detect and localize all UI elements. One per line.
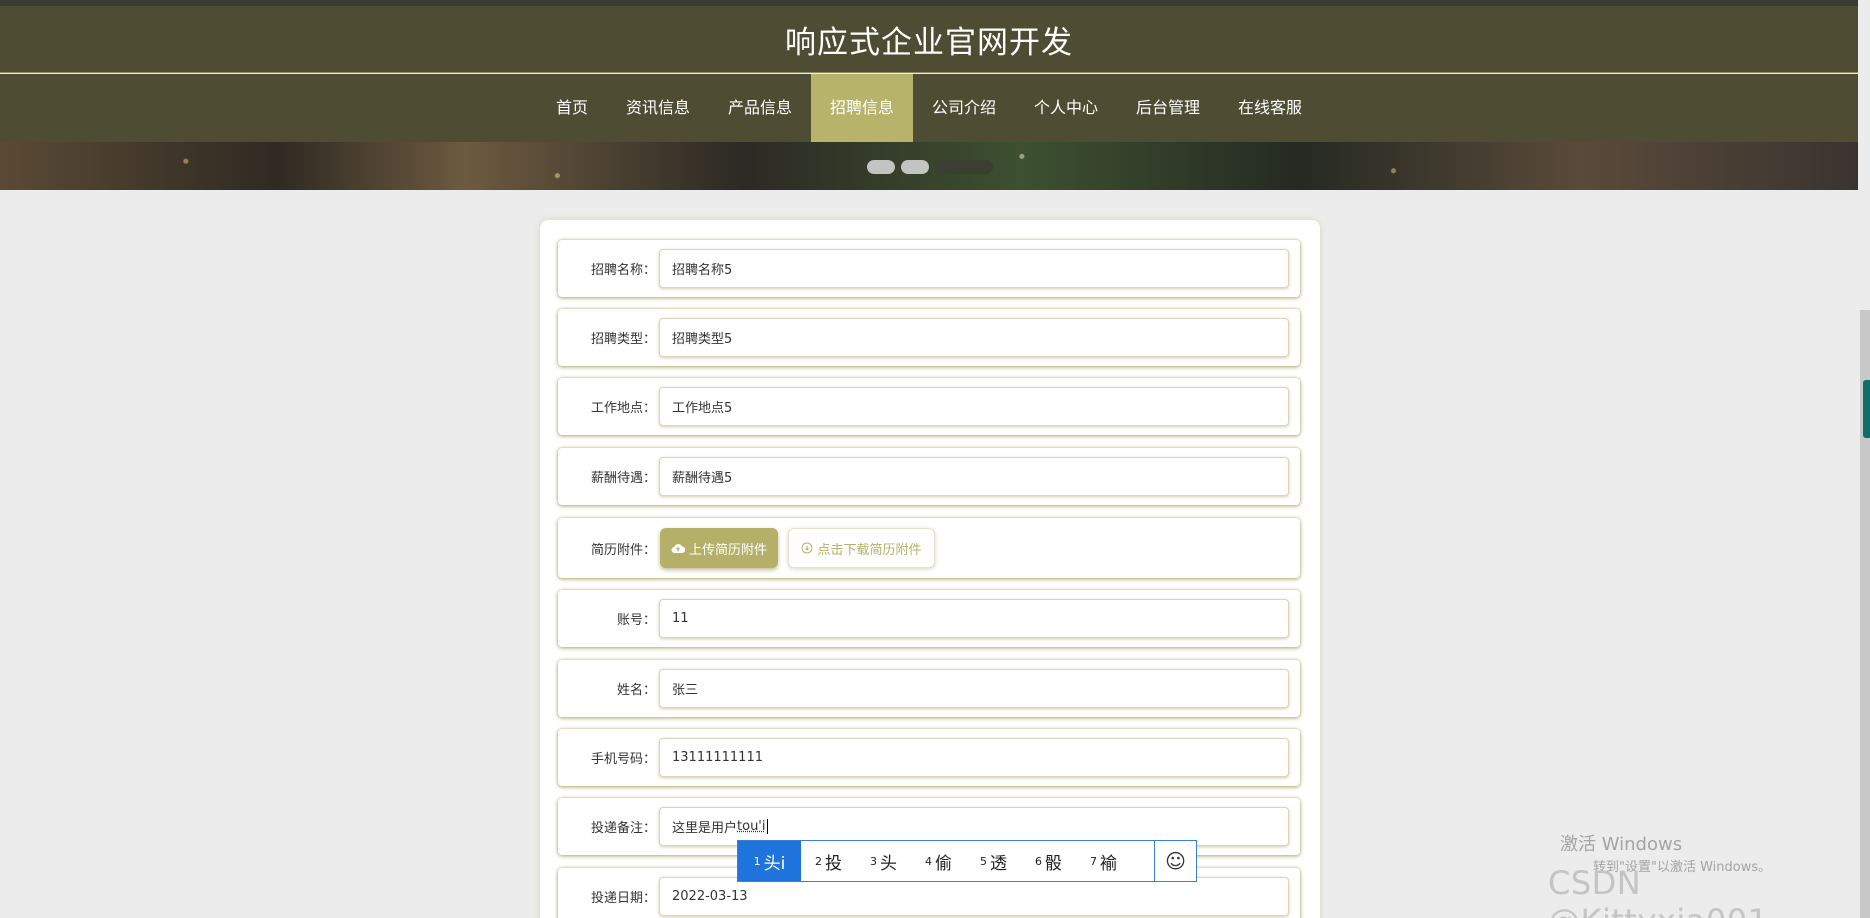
ime-candidate-1[interactable]: 1 头i — [738, 841, 801, 881]
site-title: 响应式企业官网开发 — [785, 24, 1073, 61]
ime-candidate-7[interactable]: 7褕 — [1076, 841, 1131, 881]
ime-candidate-2[interactable]: 2投 — [801, 841, 856, 881]
nav-item-user-center[interactable]: 个人中心 — [1015, 74, 1117, 142]
ime-candidate-3[interactable]: 3头 — [856, 841, 911, 881]
name-field[interactable]: 招聘名称5 — [659, 249, 1289, 288]
form-row-salary: 薪酬待遇： 薪酬待遇5 — [558, 448, 1300, 505]
nav-item-about[interactable]: 公司介绍 — [913, 74, 1015, 142]
smiley-icon[interactable]: ☺ — [1154, 841, 1196, 881]
phone-field[interactable]: 13111111111 — [659, 738, 1289, 777]
nav-item-news[interactable]: 资讯信息 — [607, 74, 709, 142]
type-label: 招聘类型： — [590, 332, 656, 347]
csdn-watermark: CSDN @Kittyxia001 — [1548, 864, 1768, 918]
form-row-type: 招聘类型： 招聘类型5 — [558, 309, 1300, 366]
nav-item-home[interactable]: 首页 — [537, 74, 607, 142]
upload-resume-label: 上传简历附件 — [688, 542, 767, 558]
fullname-field[interactable]: 张三 — [659, 669, 1289, 708]
banner-carousel — [0, 142, 1858, 190]
salary-label: 薪酬待遇： — [590, 471, 656, 486]
ime-composition-text: tou'i — [737, 819, 766, 834]
ime-candidate-6[interactable]: 6骰 — [1021, 841, 1076, 881]
nav-item-admin[interactable]: 后台管理 — [1117, 74, 1219, 142]
windows-activation-title: 激活 Windows — [1560, 834, 1683, 855]
download-resume-label: 点击下载简历附件 — [817, 542, 922, 558]
phone-label: 手机号码： — [590, 752, 656, 767]
form-row-account: 账号： 11 — [558, 590, 1300, 647]
site-header: 响应式企业官网开发 — [0, 6, 1858, 73]
location-field[interactable]: 工作地点5 — [659, 387, 1289, 426]
fullname-label: 姓名： — [616, 683, 656, 698]
carousel-dot-2[interactable] — [901, 160, 929, 174]
remark-label: 投递备注： — [590, 821, 656, 836]
form-row-phone: 手机号码： 13111111111 — [558, 729, 1300, 786]
download-resume-button[interactable]: 点击下载简历附件 — [788, 528, 935, 568]
carousel-dot-1[interactable] — [867, 160, 895, 174]
account-label: 账号： — [616, 613, 656, 628]
resume-label: 简历附件： — [590, 542, 656, 558]
upload-resume-button[interactable]: 上传简历附件 — [660, 528, 778, 568]
carousel-dot-3[interactable] — [935, 160, 993, 174]
nav-item-support[interactable]: 在线客服 — [1219, 74, 1321, 142]
type-field[interactable]: 招聘类型5 — [659, 318, 1289, 357]
form-row-resume: 简历附件： 上传简历附件 点击下载简历附件 — [558, 518, 1300, 578]
cloud-upload-icon — [671, 544, 685, 553]
form-row-location: 工作地点： 工作地点5 — [558, 378, 1300, 435]
date-field[interactable]: 2022-03-13 — [659, 877, 1289, 916]
form-row-fullname: 姓名： 张三 — [558, 660, 1300, 717]
text-cursor — [766, 819, 768, 834]
date-label: 投递日期： — [590, 891, 656, 906]
carousel-indicators — [867, 160, 993, 174]
account-field[interactable]: 11 — [659, 599, 1289, 638]
name-label: 招聘名称： — [590, 263, 656, 278]
salary-field[interactable]: 薪酬待遇5 — [659, 457, 1289, 496]
remark-text: 这里是用户 — [672, 821, 738, 836]
ime-candidate-window: 1 头i 2投 3头 4偷 5透 6骰 7褕 ☺ — [737, 840, 1197, 882]
nav-item-products[interactable]: 产品信息 — [709, 74, 811, 142]
ime-candidate-5[interactable]: 5透 — [966, 841, 1021, 881]
ime-candidate-4[interactable]: 4偷 — [911, 841, 966, 881]
download-circle-icon — [801, 542, 813, 554]
location-label: 工作地点： — [590, 401, 656, 416]
main-nav: 首页 资讯信息 产品信息 招聘信息 公司介绍 个人中心 后台管理 在线客服 — [0, 74, 1858, 142]
nav-item-recruitment[interactable]: 招聘信息 — [810, 74, 913, 142]
side-floating-tab[interactable] — [1863, 380, 1870, 438]
form-row-name: 招聘名称： 招聘名称5 — [558, 240, 1300, 297]
